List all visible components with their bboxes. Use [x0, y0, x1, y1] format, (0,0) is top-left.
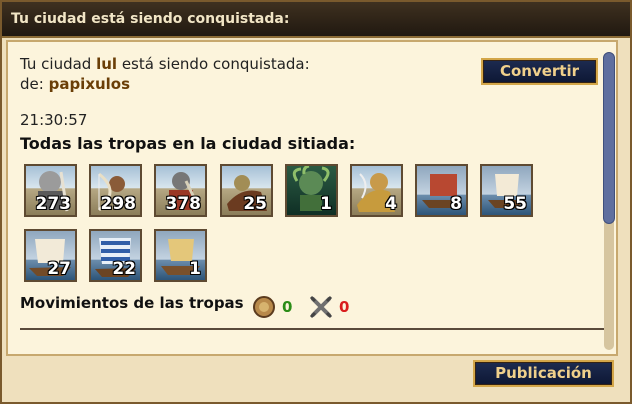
unit-sail-ship[interactable]: 1: [154, 229, 207, 282]
attacker-name[interactable]: papixulos: [49, 75, 130, 93]
message-text: Tu ciudad: [20, 55, 97, 73]
unit-count: 55: [503, 194, 527, 214]
unit-light-ship[interactable]: 55: [480, 164, 533, 217]
scrollbar-thumb[interactable]: [603, 52, 615, 224]
attack-count: 0: [339, 298, 350, 316]
troop-movements-label: Movimientos de las tropas: [20, 294, 244, 312]
unit-count: 1: [189, 259, 201, 279]
unit-swordsman[interactable]: 378: [154, 164, 207, 217]
attacker-label: de:: [20, 75, 49, 93]
unit-count: 8: [450, 194, 462, 214]
unit-count: 4: [385, 194, 397, 214]
shield-icon[interactable]: [252, 295, 276, 319]
convert-button[interactable]: Convertir: [481, 58, 598, 85]
unit-count: 25: [243, 194, 267, 214]
content-divider: [20, 328, 604, 330]
message-text: está siendo conquistada:: [117, 55, 310, 73]
unit-trireme[interactable]: 27: [24, 229, 77, 282]
unit-hoplite[interactable]: 273: [24, 164, 77, 217]
unit-count: 27: [47, 259, 71, 279]
unit-count: 298: [100, 194, 137, 214]
unit-count: 22: [112, 259, 136, 279]
attacker-line: de: papixulos: [20, 75, 130, 93]
troops-heading: Todas las tropas en la ciudad sitiada:: [20, 134, 356, 153]
conquest-window: Tu ciudad está siendo conquistada: Tu ci…: [0, 0, 632, 404]
city-name[interactable]: lul: [96, 55, 117, 73]
conquest-message: Tu ciudad lul está siendo conquistada:: [20, 55, 310, 73]
scrollbar[interactable]: [602, 52, 616, 350]
unit-horseman[interactable]: 25: [220, 164, 273, 217]
unit-transport-ship[interactable]: 8: [415, 164, 468, 217]
unit-blue-trireme[interactable]: 22: [89, 229, 142, 282]
conquest-timer: 21:30:57: [20, 111, 88, 129]
unit-count: 1: [320, 194, 332, 214]
publish-button[interactable]: Publicación: [473, 360, 614, 387]
window-titlebar: Tu ciudad está siendo conquistada:: [2, 2, 630, 38]
support-count: 0: [282, 298, 293, 316]
crossed-swords-icon[interactable]: [309, 295, 333, 319]
window-title: Tu ciudad está siendo conquistada:: [11, 11, 290, 27]
unit-count: 273: [35, 194, 72, 214]
unit-count: 378: [165, 194, 202, 214]
unit-hero[interactable]: 4: [350, 164, 403, 217]
unit-archer[interactable]: 298: [89, 164, 142, 217]
unit-medusa[interactable]: 1: [285, 164, 338, 217]
